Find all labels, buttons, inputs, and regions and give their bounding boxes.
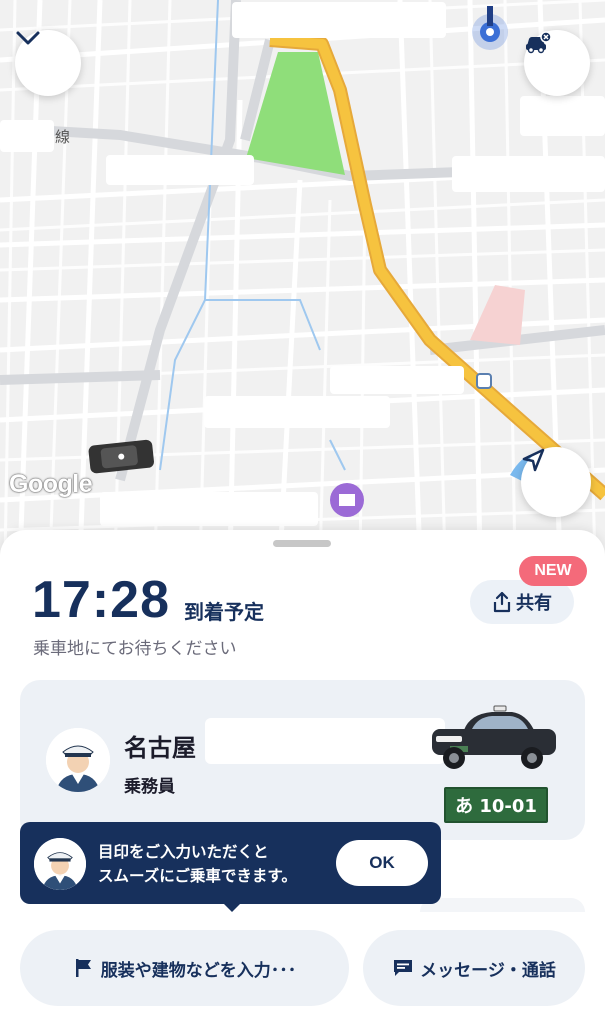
driver-role: 乗務員 xyxy=(124,777,175,797)
landmark-tooltip: 目印をご入力いただくと スムーズにご乗車できます。 OK xyxy=(20,822,441,912)
sheet-drag-handle[interactable] xyxy=(273,540,331,547)
locate-me-button[interactable] xyxy=(521,447,591,517)
share-label: 共有 xyxy=(516,593,552,614)
car-remove-icon xyxy=(526,31,552,54)
wait-message: 乗車地にてお待ちください xyxy=(33,639,237,659)
driver-card[interactable]: 名古屋 乗務員 あ 10-01 xyxy=(20,680,585,840)
landmark-input-label: 服装や建物などを入力･･･ xyxy=(100,960,297,981)
tooltip-avatar xyxy=(34,838,86,890)
taxi-car-image xyxy=(432,705,556,769)
tooltip-ok-button[interactable]: OK xyxy=(336,840,428,886)
redacted-name xyxy=(205,718,445,764)
tooltip-arrow xyxy=(222,902,242,912)
map-view[interactable]: 線 Google xyxy=(0,0,605,560)
eta-time: 17:28 xyxy=(32,571,170,629)
share-button[interactable]: 共有 xyxy=(470,580,574,624)
ride-status-sheet: 17:28 到着予定 乗車地にてお待ちください 共有 NEW 名古屋 乗務員 あ… xyxy=(0,530,605,1024)
new-badge: NEW xyxy=(519,556,587,586)
navigation-arrow-icon xyxy=(522,448,545,472)
landmark-input-button[interactable]: 服装や建物などを入力･･･ xyxy=(20,930,349,1006)
collapse-map-button[interactable] xyxy=(15,30,81,96)
flag-icon xyxy=(75,959,91,977)
bottom-action-bar: 服装や建物などを入力･･･ メッセージ・通話 xyxy=(0,912,605,1024)
eta-label: 到着予定 xyxy=(184,600,264,624)
car-settings-button[interactable] xyxy=(524,30,590,96)
chat-icon xyxy=(394,960,413,976)
message-call-button[interactable]: メッセージ・通話 xyxy=(363,930,585,1006)
message-call-label: メッセージ・通話 xyxy=(420,960,556,981)
driver-portrait-icon xyxy=(46,728,110,792)
google-logo: Google xyxy=(9,470,93,498)
railway-line-label: 線 xyxy=(55,128,71,146)
driver-portrait-icon xyxy=(34,838,86,890)
driver-avatar xyxy=(46,728,110,792)
driver-name: 名古屋 xyxy=(124,734,196,762)
tooltip-text: 目印をご入力いただくと スムーズにご乗車できます。 xyxy=(98,840,297,888)
chevron-down-icon xyxy=(16,31,40,45)
license-plate: あ 10-01 xyxy=(444,787,548,823)
tooltip-line-1: 目印をご入力いただくと xyxy=(98,843,269,861)
share-icon xyxy=(493,591,511,613)
tooltip-line-2: スムーズにご乗車できます。 xyxy=(98,867,297,885)
